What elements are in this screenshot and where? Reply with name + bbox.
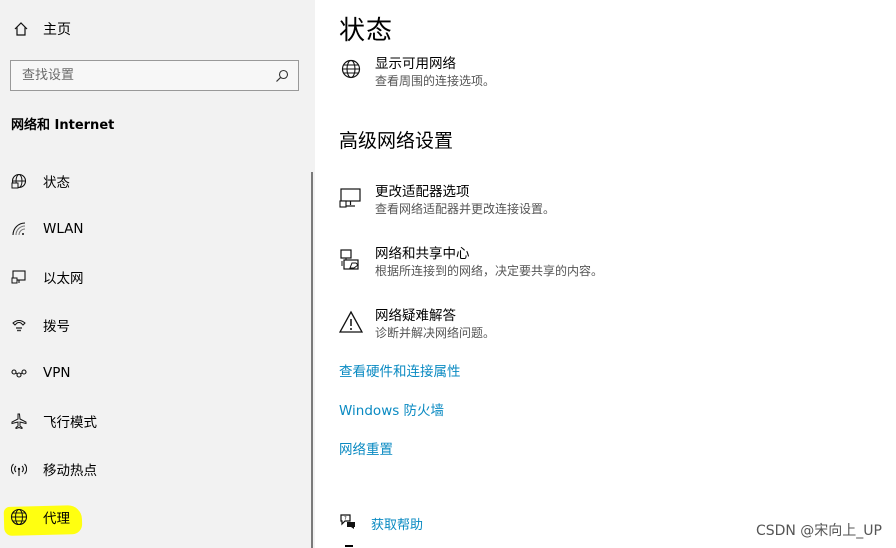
sidebar-item-proxy[interactable]: 代理 <box>0 497 312 537</box>
sidebar-item-label: 飞行模式 <box>43 415 97 431</box>
get-help-link[interactable]: ? 获取帮助 <box>339 512 423 534</box>
option-title: 网络疑难解答 <box>375 308 456 324</box>
divider-fragment <box>345 545 353 547</box>
main-content: 状态 显示可用网络 查看周围的连接选项。 高级网络设置 更改适配器选项 查看网络… <box>315 0 896 548</box>
sidebar-item-label: 移动热点 <box>43 463 97 479</box>
help-label: 获取帮助 <box>371 517 424 533</box>
sidebar-item-vpn[interactable]: VPN <box>0 353 312 393</box>
adapter-options[interactable]: 更改适配器选项 查看网络适配器并更改连接设置。 <box>339 184 555 218</box>
sidebar-item-ethernet[interactable]: 以太网 <box>0 257 312 297</box>
home-icon <box>12 20 30 38</box>
scrollbar[interactable] <box>311 172 313 548</box>
sidebar-item-label: 代理 <box>43 511 70 527</box>
firewall-link[interactable]: Windows 防火墙 <box>339 399 444 419</box>
page-title: 状态 <box>339 16 394 46</box>
watermark: CSDN @宋向上_UP <box>755 523 882 539</box>
search-icon[interactable] <box>275 68 289 82</box>
sidebar-item-wlan[interactable]: WLAN <box>0 209 312 249</box>
sidebar-item-label: WLAN <box>43 221 84 237</box>
advanced-heading: 高级网络设置 <box>339 130 454 152</box>
sidebar-item-airplane[interactable]: 飞行模式 <box>0 401 312 441</box>
ethernet-icon <box>10 268 28 286</box>
home-link[interactable]: 主页 <box>12 18 71 40</box>
globe-icon <box>10 508 28 526</box>
wifi-icon <box>10 220 28 238</box>
svg-text:?: ? <box>344 516 347 522</box>
sidebar-item-label: 以太网 <box>43 271 84 287</box>
globe-status-icon <box>10 172 28 190</box>
sidebar-item-label: 拨号 <box>43 319 70 335</box>
option-title: 显示可用网络 <box>375 56 456 72</box>
section-title: 网络和 Internet <box>11 118 115 133</box>
option-description: 查看周围的连接选项。 <box>375 74 496 88</box>
sidebar-item-hotspot[interactable]: 移动热点 <box>0 449 312 489</box>
adapter-icon <box>339 186 363 210</box>
option-description: 查看网络适配器并更改连接设置。 <box>375 202 556 216</box>
warning-icon <box>339 310 363 334</box>
hardware-properties-link[interactable]: 查看硬件和连接属性 <box>339 360 461 380</box>
option-description: 诊断并解决网络问题。 <box>375 326 496 340</box>
help-chat-icon: ? <box>339 512 357 534</box>
dialup-icon <box>10 316 28 334</box>
show-networks-option[interactable]: 显示可用网络 查看周围的连接选项。 <box>339 56 495 90</box>
search-box[interactable] <box>10 60 299 91</box>
hotspot-icon <box>10 460 28 478</box>
sidebar-item-dialup[interactable]: 拨号 <box>0 305 312 345</box>
option-title: 更改适配器选项 <box>375 184 470 200</box>
sidebar-item-status[interactable]: 状态 <box>0 161 312 201</box>
sidebar-item-label: 状态 <box>43 175 70 191</box>
network-reset-link[interactable]: 网络重置 <box>339 438 393 458</box>
sharing-center[interactable]: 网络和共享中心 根据所连接到的网络，决定要共享的内容。 <box>339 246 603 280</box>
home-label: 主页 <box>43 22 71 38</box>
sidebar: 主页 网络和 Internet 状态 WLAN 以太网 拨号 <box>0 0 315 548</box>
option-title: 网络和共享中心 <box>375 246 470 262</box>
option-description: 根据所连接到的网络，决定要共享的内容。 <box>375 264 604 278</box>
airplane-icon <box>10 412 28 430</box>
sharing-center-icon <box>339 248 363 272</box>
globe-icon <box>339 58 363 82</box>
vpn-icon <box>10 364 28 382</box>
sidebar-item-label: VPN <box>43 365 71 381</box>
troubleshoot-option[interactable]: 网络疑难解答 诊断并解决网络问题。 <box>339 308 495 342</box>
search-input[interactable] <box>22 68 262 83</box>
